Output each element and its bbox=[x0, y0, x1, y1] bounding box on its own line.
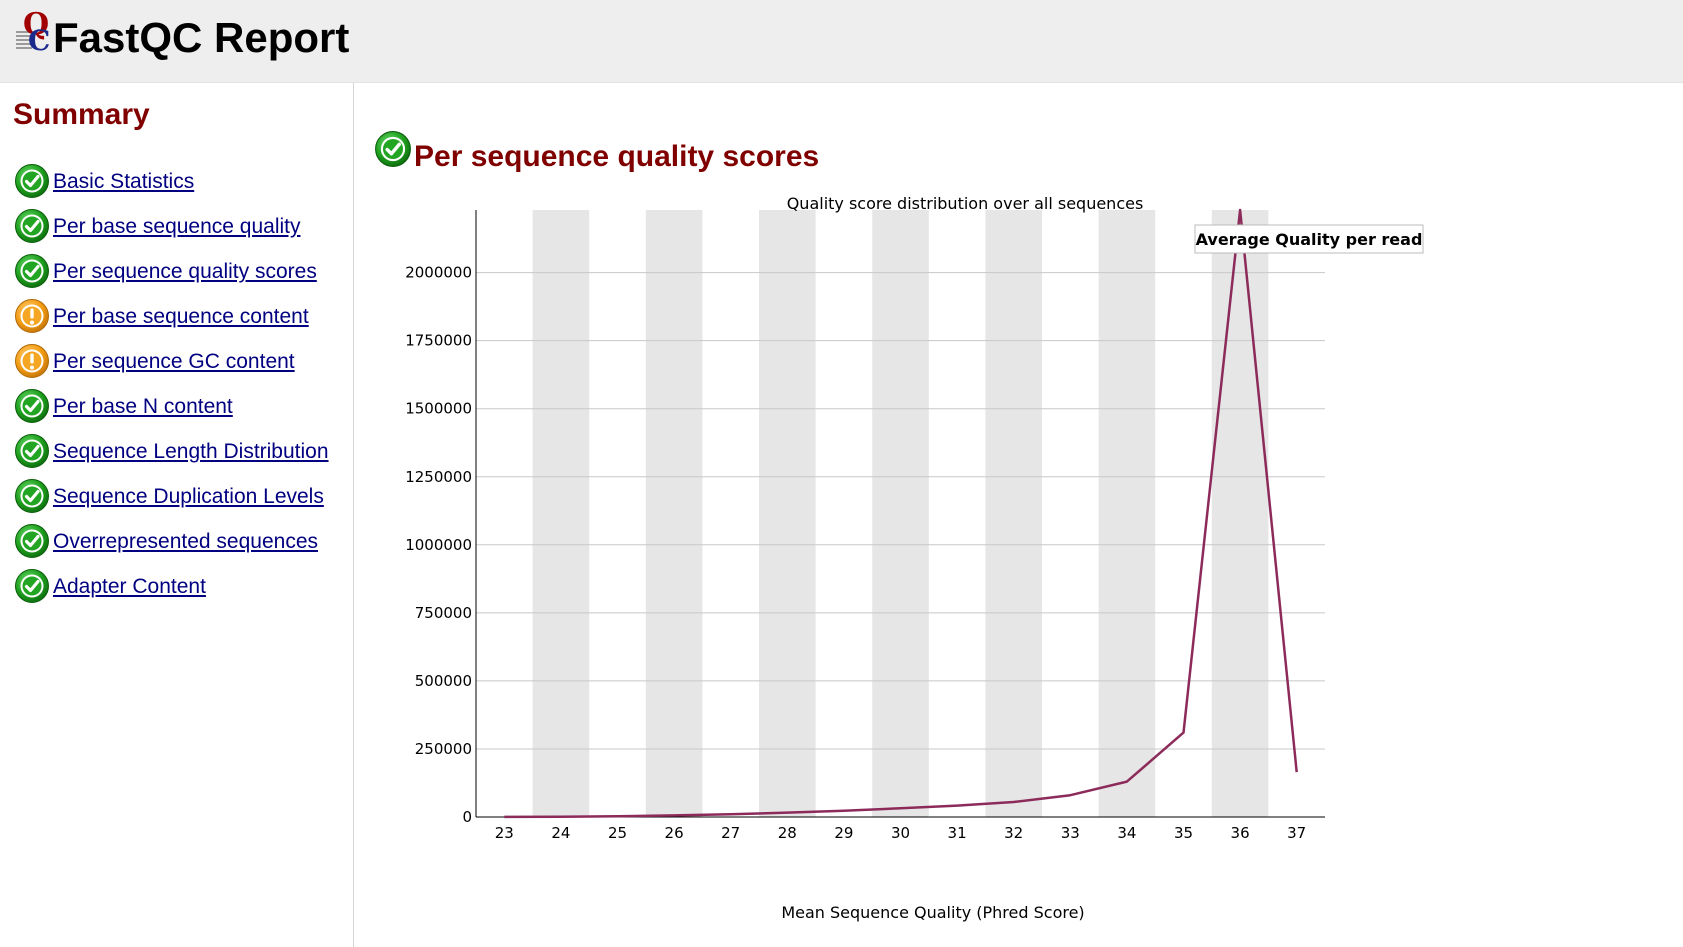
x-tick-label: 36 bbox=[1231, 824, 1250, 842]
x-tick-label: 33 bbox=[1061, 824, 1080, 842]
summary-link-per-base-sequence-content[interactable]: Per base sequence content bbox=[53, 305, 309, 329]
y-tick-label: 1500000 bbox=[405, 400, 472, 418]
y-tick-label: 500000 bbox=[415, 672, 472, 690]
summary-link-adapter-content[interactable]: Adapter Content bbox=[53, 575, 206, 599]
chart-legend: Average Quality per read bbox=[1194, 224, 1424, 254]
y-tick-label: 750000 bbox=[415, 604, 472, 622]
pass-check-icon bbox=[14, 433, 50, 469]
x-tick-label: 30 bbox=[891, 824, 910, 842]
summary-link-sequence-duplication-levels[interactable]: Sequence Duplication Levels bbox=[53, 485, 324, 509]
fastqc-logo-icon: Q C bbox=[16, 10, 50, 54]
summary-sidebar: Summary Basic Statistics Per base sequen… bbox=[0, 83, 354, 947]
y-tick-label: 1250000 bbox=[405, 468, 472, 486]
pass-check-icon bbox=[14, 523, 50, 559]
x-tick-label: 25 bbox=[608, 824, 627, 842]
app-title: FastQC Report bbox=[53, 14, 350, 61]
summary-link-overrepresented-sequences[interactable]: Overrepresented sequences bbox=[53, 530, 318, 554]
x-tick-label: 35 bbox=[1174, 824, 1193, 842]
chart-title: Quality score distribution over all sequ… bbox=[787, 194, 1144, 213]
pass-check-icon bbox=[14, 568, 50, 604]
x-tick-label: 37 bbox=[1287, 824, 1306, 842]
x-tick-label: 24 bbox=[551, 824, 570, 842]
x-tick-label: 29 bbox=[834, 824, 853, 842]
pass-check-icon bbox=[374, 130, 412, 168]
pass-check-icon bbox=[14, 163, 50, 199]
summary-title: Summary bbox=[13, 98, 150, 131]
pass-check-icon bbox=[14, 388, 50, 424]
summary-link-per-sequence-gc-content[interactable]: Per sequence GC content bbox=[53, 350, 295, 374]
x-tick-label: 23 bbox=[495, 824, 514, 842]
summary-link-per-base-n-content[interactable]: Per base N content bbox=[53, 395, 233, 419]
warning-icon bbox=[14, 343, 50, 379]
x-axis-ticks: 23 24 25 26 27 28 29 30 31 32 33 34 35 36 37 bbox=[495, 824, 1306, 842]
quality-score-chart: 0 250000 500000 750000 1000000 1250000 1500000… bbox=[405, 194, 1424, 922]
y-axis-ticks: 0 250000 500000 750000 1000000 1250000 1500000… bbox=[405, 264, 472, 826]
summary-link-basic-statistics[interactable]: Basic Statistics bbox=[53, 170, 194, 194]
report-header: Q C FastQC Report bbox=[0, 0, 1683, 83]
svg-text:C: C bbox=[28, 24, 50, 54]
x-tick-label: 31 bbox=[948, 824, 967, 842]
x-tick-label: 32 bbox=[1004, 824, 1023, 842]
chart-band bbox=[759, 210, 816, 817]
x-tick-label: 28 bbox=[778, 824, 797, 842]
y-tick-label: 0 bbox=[462, 808, 472, 826]
module-title: Per sequence quality scores bbox=[414, 140, 820, 173]
chart-band bbox=[532, 210, 590, 817]
pass-check-icon bbox=[14, 253, 50, 289]
summary-link-sequence-length-distribution[interactable]: Sequence Length Distribution bbox=[53, 440, 329, 464]
pass-check-icon bbox=[14, 478, 50, 514]
summary-link-per-sequence-quality-scores[interactable]: Per sequence quality scores bbox=[53, 260, 317, 284]
x-tick-label: 26 bbox=[665, 824, 684, 842]
x-tick-label: 34 bbox=[1117, 824, 1136, 842]
chart-band bbox=[1211, 210, 1269, 817]
x-axis-label: Mean Sequence Quality (Phred Score) bbox=[781, 903, 1084, 922]
summary-link-per-base-sequence-quality[interactable]: Per base sequence quality bbox=[53, 215, 301, 239]
chart-band bbox=[872, 210, 929, 817]
pass-check-icon bbox=[14, 208, 50, 244]
x-tick-label: 27 bbox=[721, 824, 740, 842]
chart-background-bands bbox=[532, 210, 1269, 817]
y-tick-label: 1000000 bbox=[405, 536, 472, 554]
y-tick-label: 250000 bbox=[415, 740, 472, 758]
chart-band bbox=[1098, 210, 1156, 817]
chart-band bbox=[645, 210, 703, 817]
legend-label: Average Quality per read bbox=[1196, 230, 1423, 249]
y-tick-label: 1750000 bbox=[405, 332, 472, 350]
warning-icon bbox=[14, 298, 50, 334]
y-tick-label: 2000000 bbox=[405, 264, 472, 282]
chart-band bbox=[985, 210, 1042, 817]
